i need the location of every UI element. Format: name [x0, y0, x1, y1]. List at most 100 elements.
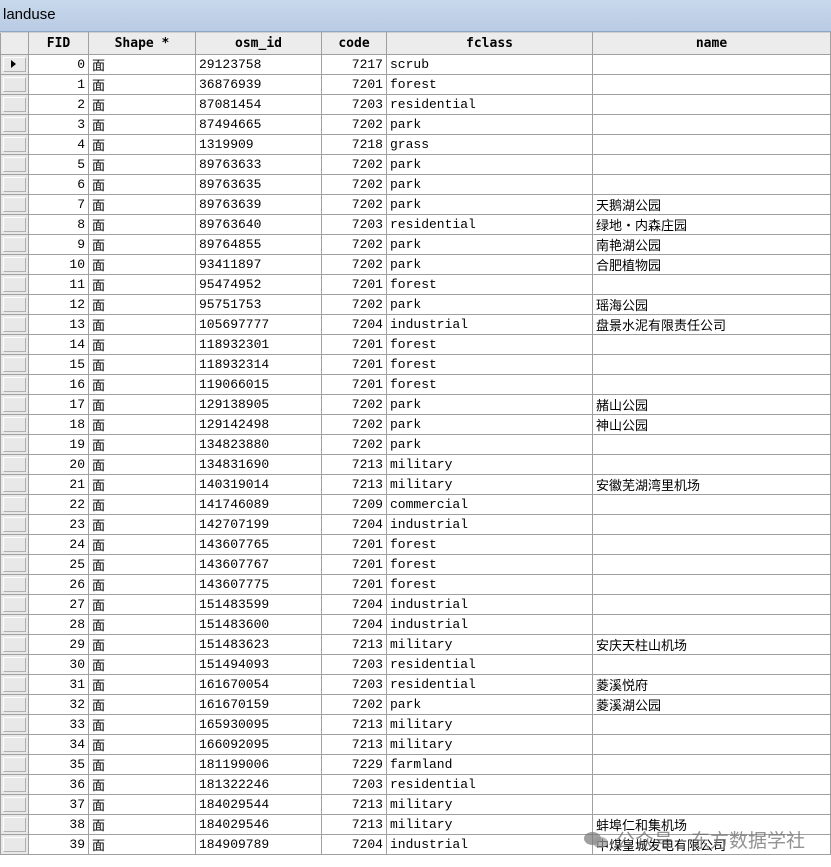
cell-code[interactable]: 7202 — [321, 294, 387, 315]
cell-fid[interactable]: 31 — [28, 674, 89, 695]
table-row[interactable]: 15 面 118932314 7201 forest — [0, 354, 831, 375]
cell-code[interactable]: 7201 — [321, 274, 387, 295]
cell-fid[interactable]: 5 — [28, 154, 89, 175]
cell-fclass[interactable]: park — [386, 234, 593, 255]
cell-fid[interactable]: 28 — [28, 614, 89, 635]
cell-shape[interactable]: 面 — [88, 494, 196, 515]
cell-code[interactable]: 7213 — [321, 634, 387, 655]
row-selector[interactable] — [0, 814, 29, 835]
cell-fid[interactable]: 8 — [28, 214, 89, 235]
cell-code[interactable]: 7201 — [321, 354, 387, 375]
cell-shape[interactable]: 面 — [88, 634, 196, 655]
cell-name[interactable] — [592, 594, 831, 615]
cell-shape[interactable]: 面 — [88, 534, 196, 555]
cell-name[interactable] — [592, 794, 831, 815]
window-titlebar[interactable]: landuse — [0, 0, 831, 32]
cell-fid[interactable]: 24 — [28, 534, 89, 555]
cell-code[interactable]: 7204 — [321, 514, 387, 535]
cell-code[interactable]: 7202 — [321, 154, 387, 175]
cell-name[interactable]: 神山公园 — [592, 414, 831, 435]
cell-shape[interactable]: 面 — [88, 294, 196, 315]
cell-osm-id[interactable]: 161670054 — [195, 674, 322, 695]
table-row[interactable]: 37 面 184029544 7213 military — [0, 794, 831, 815]
table-row[interactable]: 2 面 87081454 7203 residential — [0, 94, 831, 115]
cell-name[interactable] — [592, 354, 831, 375]
cell-fid[interactable]: 22 — [28, 494, 89, 515]
table-row[interactable]: 27 面 151483599 7204 industrial — [0, 594, 831, 615]
table-row[interactable]: 21 面 140319014 7213 military 安徽芜湖湾里机场 — [0, 474, 831, 495]
cell-fclass[interactable]: forest — [386, 274, 593, 295]
cell-name[interactable]: 天鹅湖公园 — [592, 194, 831, 215]
cell-fid[interactable]: 30 — [28, 654, 89, 675]
table-row[interactable]: 5 面 89763633 7202 park — [0, 154, 831, 175]
cell-code[interactable]: 7202 — [321, 434, 387, 455]
cell-osm-id[interactable]: 89763640 — [195, 214, 322, 235]
cell-osm-id[interactable]: 184909789 — [195, 834, 322, 855]
cell-osm-id[interactable]: 95751753 — [195, 294, 322, 315]
row-selector[interactable] — [0, 294, 29, 315]
cell-osm-id[interactable]: 89763635 — [195, 174, 322, 195]
cell-fid[interactable]: 4 — [28, 134, 89, 155]
table-row[interactable]: 19 面 134823880 7202 park — [0, 434, 831, 455]
cell-fid[interactable]: 15 — [28, 354, 89, 375]
cell-fclass[interactable]: industrial — [386, 514, 593, 535]
cell-fclass[interactable]: scrub — [386, 54, 593, 75]
cell-code[interactable]: 7203 — [321, 214, 387, 235]
cell-fclass[interactable]: residential — [386, 774, 593, 795]
cell-osm-id[interactable]: 118932301 — [195, 334, 322, 355]
cell-fclass[interactable]: grass — [386, 134, 593, 155]
cell-osm-id[interactable]: 89763639 — [195, 194, 322, 215]
cell-code[interactable]: 7213 — [321, 454, 387, 475]
cell-osm-id[interactable]: 95474952 — [195, 274, 322, 295]
cell-code[interactable]: 7202 — [321, 174, 387, 195]
cell-shape[interactable]: 面 — [88, 374, 196, 395]
cell-shape[interactable]: 面 — [88, 134, 196, 155]
row-selector[interactable] — [0, 54, 29, 75]
cell-fclass[interactable]: park — [386, 154, 593, 175]
column-header-fid[interactable]: FID — [28, 32, 89, 55]
cell-osm-id[interactable]: 105697777 — [195, 314, 322, 335]
cell-fid[interactable]: 3 — [28, 114, 89, 135]
cell-name[interactable]: 南艳湖公园 — [592, 234, 831, 255]
cell-fclass[interactable]: residential — [386, 654, 593, 675]
cell-name[interactable]: 安徽芜湖湾里机场 — [592, 474, 831, 495]
cell-fid[interactable]: 7 — [28, 194, 89, 215]
table-row[interactable]: 29 面 151483623 7213 military 安庆天柱山机场 — [0, 634, 831, 655]
cell-fclass[interactable]: military — [386, 794, 593, 815]
row-selector[interactable] — [0, 134, 29, 155]
row-selector[interactable] — [0, 574, 29, 595]
cell-fid[interactable]: 29 — [28, 634, 89, 655]
table-row[interactable]: 34 面 166092095 7213 military — [0, 734, 831, 755]
cell-shape[interactable]: 面 — [88, 314, 196, 335]
row-selector[interactable] — [0, 674, 29, 695]
cell-code[interactable]: 7202 — [321, 194, 387, 215]
cell-fclass[interactable]: park — [386, 694, 593, 715]
table-row[interactable]: 30 面 151494093 7203 residential — [0, 654, 831, 675]
cell-fclass[interactable]: military — [386, 474, 593, 495]
cell-fid[interactable]: 12 — [28, 294, 89, 315]
table-row[interactable]: 31 面 161670054 7203 residential 菱溪悦府 — [0, 674, 831, 695]
cell-fid[interactable]: 32 — [28, 694, 89, 715]
cell-fclass[interactable]: military — [386, 454, 593, 475]
cell-fclass[interactable]: park — [386, 434, 593, 455]
cell-name[interactable] — [592, 774, 831, 795]
cell-fclass[interactable]: park — [386, 194, 593, 215]
cell-osm-id[interactable]: 134823880 — [195, 434, 322, 455]
cell-shape[interactable]: 面 — [88, 794, 196, 815]
table-row[interactable]: 18 面 129142498 7202 park 神山公园 — [0, 414, 831, 435]
cell-name[interactable]: 菱溪悦府 — [592, 674, 831, 695]
cell-shape[interactable]: 面 — [88, 394, 196, 415]
cell-name[interactable] — [592, 94, 831, 115]
cell-osm-id[interactable]: 129142498 — [195, 414, 322, 435]
table-row[interactable]: 7 面 89763639 7202 park 天鹅湖公园 — [0, 194, 831, 215]
row-selector[interactable] — [0, 194, 29, 215]
cell-code[interactable]: 7202 — [321, 254, 387, 275]
cell-shape[interactable]: 面 — [88, 734, 196, 755]
cell-fclass[interactable]: park — [386, 114, 593, 135]
cell-shape[interactable]: 面 — [88, 574, 196, 595]
table-row[interactable]: 32 面 161670159 7202 park 菱溪湖公园 — [0, 694, 831, 715]
cell-code[interactable]: 7201 — [321, 554, 387, 575]
table-row[interactable]: 3 面 87494665 7202 park — [0, 114, 831, 135]
cell-name[interactable] — [592, 554, 831, 575]
cell-fclass[interactable]: park — [386, 174, 593, 195]
